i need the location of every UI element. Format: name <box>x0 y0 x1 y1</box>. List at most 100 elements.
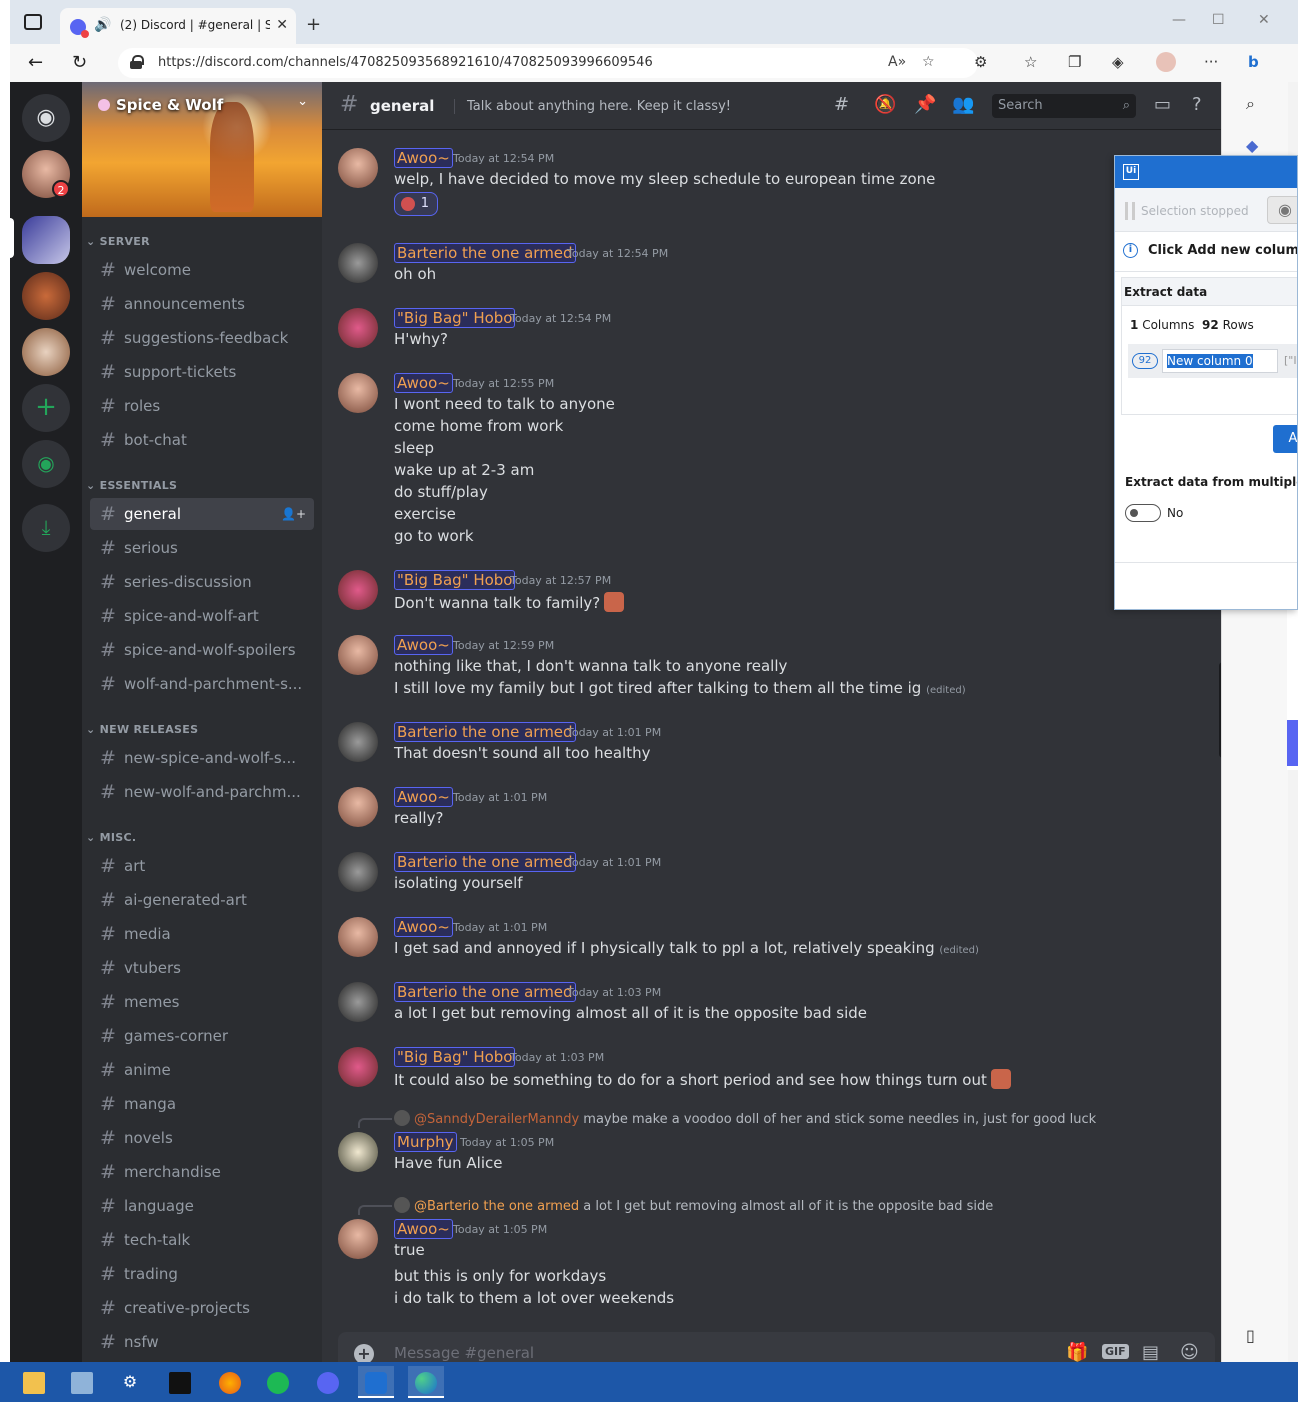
message-author[interactable]: "Big Bag" Hobo <box>394 308 516 328</box>
collections-icon[interactable]: ❐ <box>1068 53 1081 71</box>
emoji-image[interactable] <box>990 1069 1011 1089</box>
avatar[interactable] <box>338 148 378 188</box>
replied-message-preview[interactable]: @SanndyDerailerManndy maybe make a voodo… <box>394 1110 1096 1127</box>
pinned-messages-icon[interactable]: 📌 <box>914 94 936 115</box>
emoji-picker-icon[interactable]: ☺ <box>1180 1342 1199 1362</box>
channel-vtubers[interactable]: # vtubers <box>90 952 314 984</box>
settings-icon[interactable]: ⚙ <box>112 1366 148 1398</box>
message-author[interactable]: "Big Bag" Hobo <box>394 570 516 590</box>
add-favorite-icon[interactable]: ☆ <box>922 54 935 70</box>
message-author[interactable]: Barterio the one armed <box>394 852 576 872</box>
channel-welcome[interactable]: # welcome <box>90 254 314 286</box>
profile-avatar[interactable] <box>1156 52 1176 72</box>
avatar[interactable] <box>338 1132 378 1172</box>
uipath-taskbar-icon[interactable] <box>358 1366 394 1398</box>
multi-page-toggle[interactable] <box>1125 504 1161 522</box>
sidebar-toggle-icon[interactable]: ▯ <box>1246 1326 1255 1345</box>
favorites-icon[interactable]: ☆ <box>1024 53 1037 71</box>
channel-art[interactable]: # art <box>90 850 314 882</box>
channel-ai-generated-art[interactable]: # ai-generated-art <box>90 884 314 916</box>
message-author[interactable]: Awoo~ <box>394 787 453 807</box>
avatar[interactable] <box>338 570 378 610</box>
invite-user-icon[interactable]: 👤+ <box>281 498 306 530</box>
category-new-releases[interactable]: NEW RELEASES <box>86 723 198 736</box>
more-menu-icon[interactable]: ··· <box>1204 53 1218 71</box>
read-aloud-icon[interactable]: A» <box>888 54 906 70</box>
inbox-icon[interactable]: ▭ <box>1154 94 1171 115</box>
channel-memes[interactable]: # memes <box>90 986 314 1018</box>
lock-icon[interactable] <box>130 55 144 69</box>
channel-manga[interactable]: # manga <box>90 1088 314 1120</box>
preview-eye-icon[interactable]: ◉ <box>1267 196 1297 224</box>
channel-nsfw[interactable]: # nsfw <box>90 1326 314 1358</box>
close-window-button[interactable]: ✕ <box>1258 12 1270 28</box>
channel-bot-chat[interactable]: # bot-chat <box>90 424 314 456</box>
browser-tab-discord[interactable]: 🔊 (2) Discord | #general | Spice & Wolf … <box>60 8 296 44</box>
copilot-icon[interactable]: ◆ <box>1246 136 1258 155</box>
channel-announcements[interactable]: # announcements <box>90 288 314 320</box>
discord-home-icon[interactable]: ◉ <box>22 94 70 142</box>
message-author[interactable]: Awoo~ <box>394 635 453 655</box>
avatar[interactable] <box>338 1219 378 1259</box>
search-input[interactable]: Search ⌕ <box>992 94 1136 118</box>
gif-button[interactable]: GIF <box>1102 1344 1129 1359</box>
channel-topic[interactable]: Talk about anything here. Keep it classy… <box>454 99 731 114</box>
channel-new-spice-and-wolf[interactable]: # new-spice-and-wolf-s... <box>90 742 314 774</box>
channel-spice-and-wolf-spoilers[interactable]: # spice-and-wolf-spoilers <box>90 634 314 666</box>
minimize-button[interactable]: — <box>1172 12 1186 28</box>
explore-servers-icon[interactable]: ◉ <box>22 440 70 488</box>
channel-wolf-and-parchment[interactable]: # wolf-and-parchment-s... <box>90 668 314 700</box>
close-tab-icon[interactable]: ✕ <box>276 17 288 33</box>
category-misc[interactable]: MISC. <box>86 831 136 844</box>
emoji-image[interactable] <box>604 592 625 612</box>
help-icon[interactable]: ? <box>1192 94 1202 115</box>
channel-trading[interactable]: # trading <box>90 1258 314 1290</box>
back-button[interactable]: ← <box>28 52 43 73</box>
gift-icon[interactable]: 🎁 <box>1066 1342 1088 1362</box>
message-author[interactable]: Barterio the one armed <box>394 982 576 1002</box>
message-composer[interactable]: + Message #general 🎁 GIF ▤ ☺ <box>338 1332 1215 1362</box>
avatar[interactable] <box>338 1047 378 1087</box>
message-input[interactable]: Message #general <box>394 1344 534 1362</box>
file-explorer-icon[interactable] <box>16 1366 52 1398</box>
channel-serious[interactable]: # serious <box>90 532 314 564</box>
channel-series-discussion[interactable]: # series-discussion <box>90 566 314 598</box>
avatar[interactable] <box>338 852 378 892</box>
message-author[interactable]: Barterio the one armed <box>394 722 576 742</box>
control-panel-icon[interactable] <box>64 1366 100 1398</box>
bing-copilot-icon[interactable]: b <box>1248 53 1259 71</box>
channel-anime[interactable]: # anime <box>90 1054 314 1086</box>
message-author[interactable]: Murphy <box>394 1132 457 1152</box>
terminal-icon[interactable] <box>162 1366 198 1398</box>
channel-new-wolf-and-parchment[interactable]: # new-wolf-and-parchm... <box>90 776 314 808</box>
edge-taskbar-icon[interactable] <box>408 1366 444 1398</box>
channel-merchandise[interactable]: # merchandise <box>90 1156 314 1188</box>
category-server[interactable]: SERVER <box>86 235 150 248</box>
message-author[interactable]: Awoo~ <box>394 373 453 393</box>
channel-creative-projects[interactable]: # creative-projects <box>90 1292 314 1324</box>
channel-language[interactable]: # language <box>90 1190 314 1222</box>
threads-icon[interactable]: # <box>834 94 849 115</box>
channel-general[interactable]: # general 👤+ <box>90 498 314 530</box>
download-apps-icon[interactable]: ⤓ <box>22 504 70 552</box>
speaker-icon[interactable]: 🔊 <box>94 17 111 33</box>
server-icon-4[interactable] <box>22 328 70 376</box>
avatar[interactable] <box>338 243 378 283</box>
message-author[interactable]: "Big Bag" Hobo <box>394 1047 516 1067</box>
channel-suggestions-feedback[interactable]: # suggestions-feedback <box>90 322 314 354</box>
refresh-button[interactable]: ↻ <box>72 52 87 73</box>
add-server-icon[interactable]: + <box>22 384 70 432</box>
message-author[interactable]: Awoo~ <box>394 1219 453 1239</box>
performance-icon[interactable]: ◈ <box>1112 53 1124 71</box>
tab-actions-icon[interactable] <box>24 14 42 30</box>
attach-plus-icon[interactable]: + <box>354 1344 374 1362</box>
server-name-header[interactable]: Spice & Wolf <box>98 96 223 114</box>
notification-settings-icon[interactable]: 🔕 <box>874 94 896 115</box>
new-tab-button[interactable]: + <box>306 14 321 35</box>
channel-support-tickets[interactable]: # support-tickets <box>90 356 314 388</box>
reaction-button[interactable]: 1 <box>394 192 438 216</box>
message-author[interactable]: Barterio the one armed <box>394 243 576 263</box>
channel-spice-and-wolf-art[interactable]: # spice-and-wolf-art <box>90 600 314 632</box>
search-icon[interactable]: ⌕ <box>1246 94 1255 114</box>
channel-media[interactable]: # media <box>90 918 314 950</box>
